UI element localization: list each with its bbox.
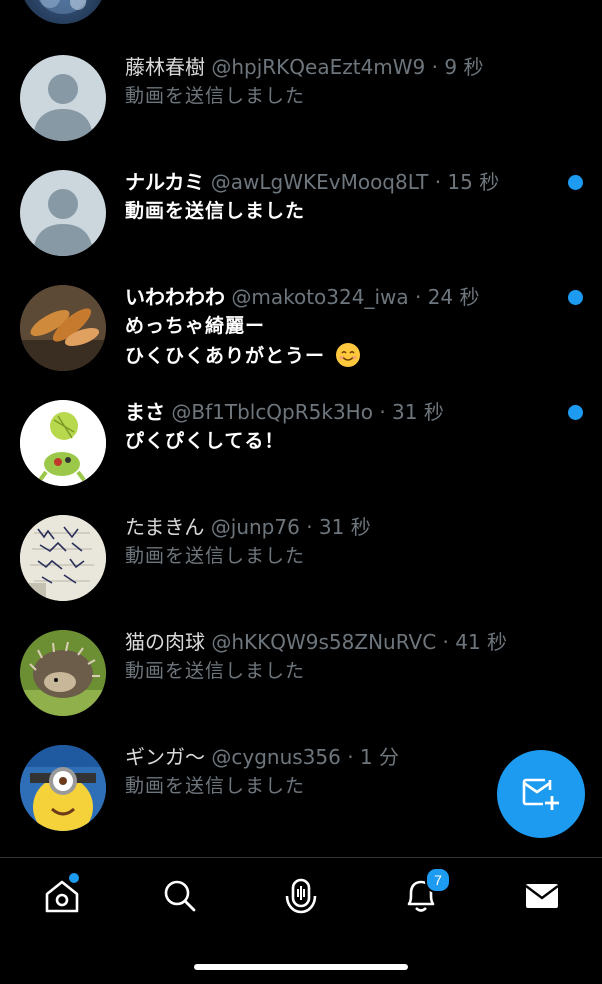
conversation-name: 猫の肉球 bbox=[125, 630, 205, 654]
conversation-handle: @makoto324_iwa bbox=[231, 285, 409, 309]
conversation-name: 藤林春樹 bbox=[125, 55, 205, 79]
conversation-name: たまきん bbox=[125, 515, 205, 539]
separator: · bbox=[414, 285, 422, 309]
conversation-message: 動画を送信しました bbox=[125, 200, 306, 222]
conversation-message-line2: ひくひくありがとうー bbox=[125, 345, 326, 367]
conversation-time: 9 秒 bbox=[444, 55, 484, 79]
conversation-handle: @cygnus356 bbox=[211, 745, 341, 769]
conversation-message: ぴくぴくしてる！ bbox=[125, 430, 285, 452]
conversation-name: まさ bbox=[125, 400, 165, 424]
tab-spaces[interactable] bbox=[279, 874, 323, 918]
conversation-message: 動画を送信しました bbox=[125, 660, 306, 682]
separator: · bbox=[442, 630, 449, 654]
new-message-icon bbox=[522, 778, 559, 810]
hedgehog-photo bbox=[20, 630, 106, 716]
separator: · bbox=[434, 170, 442, 194]
messages-envelope-icon bbox=[525, 884, 559, 908]
conversation-message: 動画を送信しました bbox=[125, 85, 306, 107]
conversation-handle: @junp76 bbox=[210, 515, 300, 539]
minion-photo bbox=[20, 745, 106, 831]
bread-photo bbox=[20, 285, 106, 371]
default-avatar bbox=[20, 55, 106, 141]
green-cartoon-photo bbox=[20, 400, 106, 486]
bottom-tab-bar: 7 bbox=[0, 858, 602, 934]
unread-dot bbox=[568, 175, 583, 190]
conversation-row[interactable]: いわわわわ @makoto324_iwa · 24 秒 めっちゃ綺麗ー ひくひく… bbox=[0, 270, 602, 385]
conversation-row[interactable]: まさ @Bf1TblcQpR5k3Ho · 31 秒 ぴくぴくしてる！ bbox=[0, 385, 602, 500]
tab-messages[interactable] bbox=[520, 874, 564, 918]
conversation-time: 1 分 bbox=[359, 745, 400, 769]
tab-search[interactable] bbox=[158, 874, 202, 918]
separator: · bbox=[306, 515, 313, 539]
conversation-name: いわわわわ bbox=[125, 285, 225, 309]
unread-dot bbox=[568, 290, 583, 305]
conversation-row[interactable]: 猫の肉球 @hKKQW9s58ZNuRVC · 41 秒 動画を送信しました bbox=[0, 615, 602, 730]
conversation-row[interactable]: 藤林春樹 @hpjRKQeaEzt4mW9 · 9 秒 動画を送信しました bbox=[0, 40, 602, 155]
conversation-name: ギンガ〜 bbox=[125, 745, 205, 769]
spaces-icon bbox=[285, 878, 317, 914]
conversation-message-line2-wrap: ひくひくありがとうー bbox=[125, 341, 562, 371]
conversation-time: 41 秒 bbox=[455, 630, 508, 654]
separator: · bbox=[347, 745, 354, 769]
default-avatar bbox=[20, 170, 106, 256]
conversation-row[interactable]: たまきん @junp76 · 31 秒 動画を送信しました bbox=[0, 500, 602, 615]
conversation-message-line1: めっちゃ綺麗ー bbox=[125, 315, 266, 337]
search-icon bbox=[164, 880, 196, 912]
conversation-handle: @hKKQW9s58ZNuRVC bbox=[211, 630, 437, 654]
separator: · bbox=[431, 55, 439, 79]
conversation-row[interactable]: ナルカミ @awLgWKEvMooq8LT · 15 秒 動画を送信しました bbox=[0, 155, 602, 270]
conversation-handle: @hpjRKQeaEzt4mW9 bbox=[211, 55, 426, 79]
conversation-time: 31 秒 bbox=[318, 515, 371, 539]
unread-dot bbox=[568, 405, 583, 420]
smiling-face-emoji bbox=[335, 343, 360, 367]
conversation-message: 動画を送信しました bbox=[125, 545, 306, 567]
conversation-time: 24 秒 bbox=[427, 285, 480, 309]
tab-notifications[interactable]: 7 bbox=[399, 867, 451, 918]
conversation-time: 15 秒 bbox=[447, 170, 500, 194]
tab-home[interactable] bbox=[40, 872, 84, 918]
notification-count-badge: 7 bbox=[425, 867, 451, 893]
avatar-partial[interactable] bbox=[20, 0, 106, 24]
home-indicator bbox=[194, 964, 408, 970]
conversation-name: ナルカミ bbox=[125, 170, 205, 194]
conversation-handle: @awLgWKEvMooq8LT bbox=[210, 170, 429, 194]
conversation-time: 31 秒 bbox=[392, 400, 444, 424]
home-notification-dot bbox=[68, 872, 80, 884]
separator: · bbox=[379, 400, 386, 424]
conversation-handle: @Bf1TblcQpR5k3Ho bbox=[171, 400, 373, 424]
handwritten-note-photo bbox=[20, 515, 106, 601]
new-message-button[interactable] bbox=[497, 750, 585, 838]
